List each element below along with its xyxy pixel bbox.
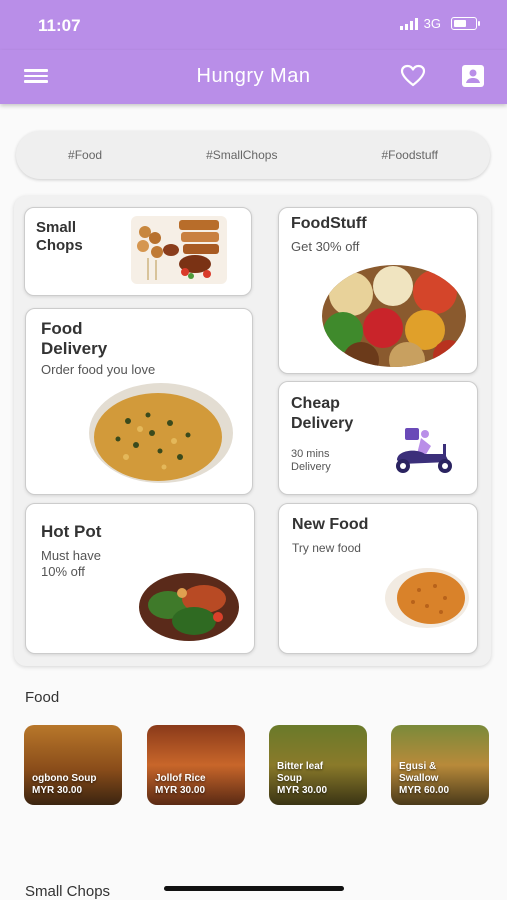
food-item-jollof-rice[interactable]: Jollof Rice MYR 30.00 [147,725,245,805]
food-list: ogbono Soup MYR 30.00 Jollof Rice MYR 30… [24,725,494,807]
delivery-scooter-icon [396,428,452,473]
food-item-label: Egusi & Swallow MYR 60.00 [399,761,450,796]
food-item-ogbono-soup[interactable]: ogbono Soup MYR 30.00 [24,725,122,805]
small-chops-section-title: Small Chops [25,883,111,900]
card-food-delivery-title: Food Delivery [41,319,108,358]
card-cheap-delivery[interactable]: Cheap Delivery 30 mins Delivery [278,381,478,495]
foodstuff-image [322,265,466,367]
card-new-food-title: New Food [292,516,369,533]
card-food-delivery[interactable]: Food Delivery Order food you love [25,308,253,495]
food-item-label: Bitter leaf Soup MYR 30.00 [277,761,328,796]
food-section-title: Food [25,689,60,706]
card-small-chops-title: Small Chops [36,219,83,254]
battery-icon [451,17,480,30]
new-food-image [385,568,469,628]
status-bar: 11:07 3G [0,0,507,50]
tag-bar: #Food #SmallChops #Foodstuff [16,131,490,179]
card-new-food[interactable]: New Food Try new food [278,503,478,654]
food-item-bitter-leaf-soup[interactable]: Bitter leaf Soup MYR 30.00 [269,725,367,805]
tag-smallchops[interactable]: #SmallChops [206,148,277,162]
card-hot-pot-subtitle: Must have 10% off [41,548,101,579]
signal-icon [399,17,418,30]
tag-foodstuff[interactable]: #Foodstuff [381,148,437,162]
tag-food[interactable]: #Food [68,148,102,162]
hot-pot-image [139,573,239,641]
food-item-egusi-swallow[interactable]: Egusi & Swallow MYR 60.00 [391,725,489,805]
app-title: Hungry Man [196,65,311,87]
food-delivery-image [89,383,233,483]
status-indicators: 3G [399,16,480,31]
network-label: 3G [423,16,441,31]
profile-icon[interactable] [461,64,485,88]
small-chops-image [131,216,227,284]
card-cheap-delivery-subtitle: 30 mins Delivery [291,448,331,473]
card-foodstuff-title: FoodStuff [291,215,367,232]
app-bar: Hungry Man [0,50,507,104]
card-small-chops[interactable]: Small Chops [24,207,252,296]
food-item-label: Jollof Rice MYR 30.00 [155,773,206,796]
card-cheap-delivery-title: Cheap Delivery [291,395,354,432]
heart-icon[interactable] [400,64,426,88]
card-foodstuff-subtitle: Get 30% off [291,239,360,254]
home-indicator[interactable] [164,886,344,891]
card-hot-pot[interactable]: Hot Pot Must have 10% off [25,503,255,654]
card-foodstuff[interactable]: FoodStuff Get 30% off [278,207,478,374]
card-new-food-subtitle: Try new food [292,541,361,555]
card-hot-pot-title: Hot Pot [41,522,102,541]
card-food-delivery-subtitle: Order food you love [41,362,156,377]
food-item-label: ogbono Soup MYR 30.00 [32,773,97,796]
status-time: 11:07 [38,16,81,35]
